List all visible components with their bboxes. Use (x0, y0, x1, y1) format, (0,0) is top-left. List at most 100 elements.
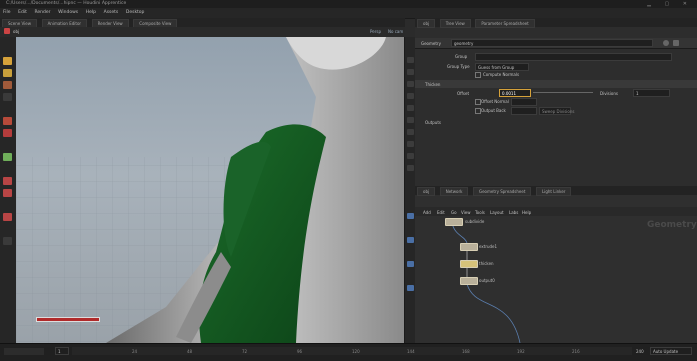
node-type: Geometry (421, 41, 441, 46)
gear-icon[interactable] (663, 40, 669, 46)
net-menu-edit[interactable]: Edit (437, 210, 445, 215)
group-type-dropdown[interactable]: Guess from Group (475, 63, 529, 71)
light-tool-icon[interactable] (3, 177, 12, 185)
node-subdivide[interactable] (445, 218, 463, 226)
tick-192: 192 (517, 349, 525, 354)
snap-tool-icon[interactable] (3, 213, 12, 221)
display-icon-13[interactable] (407, 261, 414, 267)
tick-144: 144 (407, 349, 415, 354)
net-tab-network[interactable]: Network (439, 187, 469, 196)
progress-bar (36, 317, 100, 322)
tick-48: 48 (187, 349, 193, 354)
output-back-field[interactable] (511, 107, 537, 115)
compute-normals-label: Compute Normals (483, 72, 520, 77)
timeline-bar: 1 24 48 72 96 120 144 168 192 216 240 Au… (0, 343, 697, 361)
node-output-label: output0 (479, 278, 495, 283)
outputs-section[interactable]: Outputs (425, 120, 441, 125)
viewer-path[interactable]: obj (13, 29, 19, 34)
display-icon-9[interactable] (407, 153, 414, 159)
display-icon-14[interactable] (407, 285, 414, 291)
timeline-slider[interactable]: 24 48 72 96 120 144 168 192 216 (72, 347, 632, 355)
node-subdivide-label: subdivide (465, 219, 485, 224)
menu-help[interactable]: Help (83, 8, 99, 15)
offset-slider[interactable] (533, 92, 593, 93)
auto-update-dropdown[interactable]: Auto Update (650, 347, 692, 355)
scale-tool-icon[interactable] (3, 93, 12, 101)
move-tool-icon[interactable] (3, 69, 12, 77)
group-label: Group (455, 54, 468, 59)
rotate-tool-icon[interactable] (3, 81, 12, 89)
viewer-tab-bar: Scene View Animation Editor Render View … (0, 18, 405, 28)
menu-assets[interactable]: Assets (101, 8, 122, 15)
node-thicken-label: thicken (479, 261, 494, 266)
menu-windows[interactable]: Windows (55, 8, 81, 15)
view-menu[interactable]: No cam (388, 29, 403, 34)
group-type-label: Group Type (447, 64, 470, 69)
net-menu-layout[interactable]: Layout (490, 210, 504, 215)
menu-render[interactable]: Render (31, 8, 53, 15)
display-icon-4[interactable] (407, 93, 414, 99)
menu-desktop[interactable]: Desktop (123, 8, 148, 15)
display-icon-3[interactable] (407, 81, 414, 87)
display-icon-8[interactable] (407, 141, 414, 147)
tick-120: 120 (352, 349, 360, 354)
view-tool-icon[interactable] (3, 153, 12, 161)
display-icon-6[interactable] (407, 117, 414, 123)
tick-216: 216 (572, 349, 580, 354)
display-icon-11[interactable] (407, 213, 414, 219)
help-icon[interactable] (673, 40, 679, 46)
thicken-section-header[interactable]: Thicken (415, 80, 697, 88)
output-back-label: Output Back (481, 108, 506, 113)
current-frame-field[interactable]: 1 (55, 347, 69, 355)
node-thicken[interactable] (460, 260, 478, 268)
tick-24: 24 (132, 349, 138, 354)
node-wires (451, 222, 521, 343)
tab-parameter-spreadsheet[interactable]: Parameter Spreadsheet (475, 19, 535, 28)
display-icon-2[interactable] (407, 69, 414, 75)
group-field[interactable] (475, 53, 672, 61)
end-frame: 240 (636, 349, 644, 354)
sweep-divisions-field[interactable]: Sweep Divisions (539, 107, 574, 115)
pose-tool-icon[interactable] (3, 129, 12, 137)
network-panel: obj Network Geometry Spreadsheet Light L… (415, 186, 697, 343)
display-icon-12[interactable] (407, 237, 414, 243)
node-name-field[interactable]: geometry (451, 39, 653, 47)
select-tool-icon[interactable] (3, 57, 12, 65)
menu-edit[interactable]: Edit (15, 8, 30, 15)
left-toolbar (0, 37, 17, 343)
3d-viewport[interactable] (16, 37, 404, 343)
handle-tool-icon[interactable] (3, 117, 12, 125)
net-tab-obj[interactable]: obj (417, 187, 436, 196)
net-menu-view[interactable]: View (461, 210, 471, 215)
tab-obj[interactable]: obj (417, 19, 436, 28)
camera-menu[interactable]: Persp (370, 29, 381, 34)
window-controls[interactable]: ▁ ▢ ✕ (647, 1, 693, 7)
parameter-panel: obj Tree View Parameter Spreadsheet Geom… (415, 18, 697, 186)
offset-normal-field[interactable] (511, 98, 537, 106)
node-output[interactable] (460, 277, 478, 285)
offset-normal-label: Offset Normal (481, 99, 509, 104)
menu-file[interactable]: File (0, 8, 14, 15)
obj-icon (4, 28, 10, 34)
compute-normals-checkbox[interactable] (475, 72, 481, 78)
offset-label: Offset (457, 91, 470, 96)
tick-168: 168 (462, 349, 470, 354)
net-tab-light-linker[interactable]: Light Linker (536, 187, 572, 196)
playback-controls[interactable] (4, 348, 44, 355)
node-extrude[interactable] (460, 243, 478, 251)
divisions-input[interactable]: 1 (633, 89, 670, 97)
camera-tool-icon[interactable] (3, 189, 12, 197)
display-tool-icon[interactable] (3, 237, 12, 245)
net-menu-add[interactable]: Add (423, 210, 431, 215)
display-icon-5[interactable] (407, 105, 414, 111)
net-menu-go[interactable]: Go (451, 210, 457, 215)
tab-tree-view[interactable]: Tree View (439, 19, 471, 28)
net-menu-labs[interactable]: Labs (509, 210, 518, 215)
offset-input[interactable]: 0.0011 (499, 89, 531, 97)
net-menu-tools[interactable]: Tools (475, 210, 485, 215)
display-icon-7[interactable] (407, 129, 414, 135)
net-menu-help[interactable]: Help (522, 210, 531, 215)
display-icon-1[interactable] (407, 57, 414, 63)
net-tab-geo-spreadsheet[interactable]: Geometry Spreadsheet (473, 187, 532, 196)
display-icon-10[interactable] (407, 165, 414, 171)
